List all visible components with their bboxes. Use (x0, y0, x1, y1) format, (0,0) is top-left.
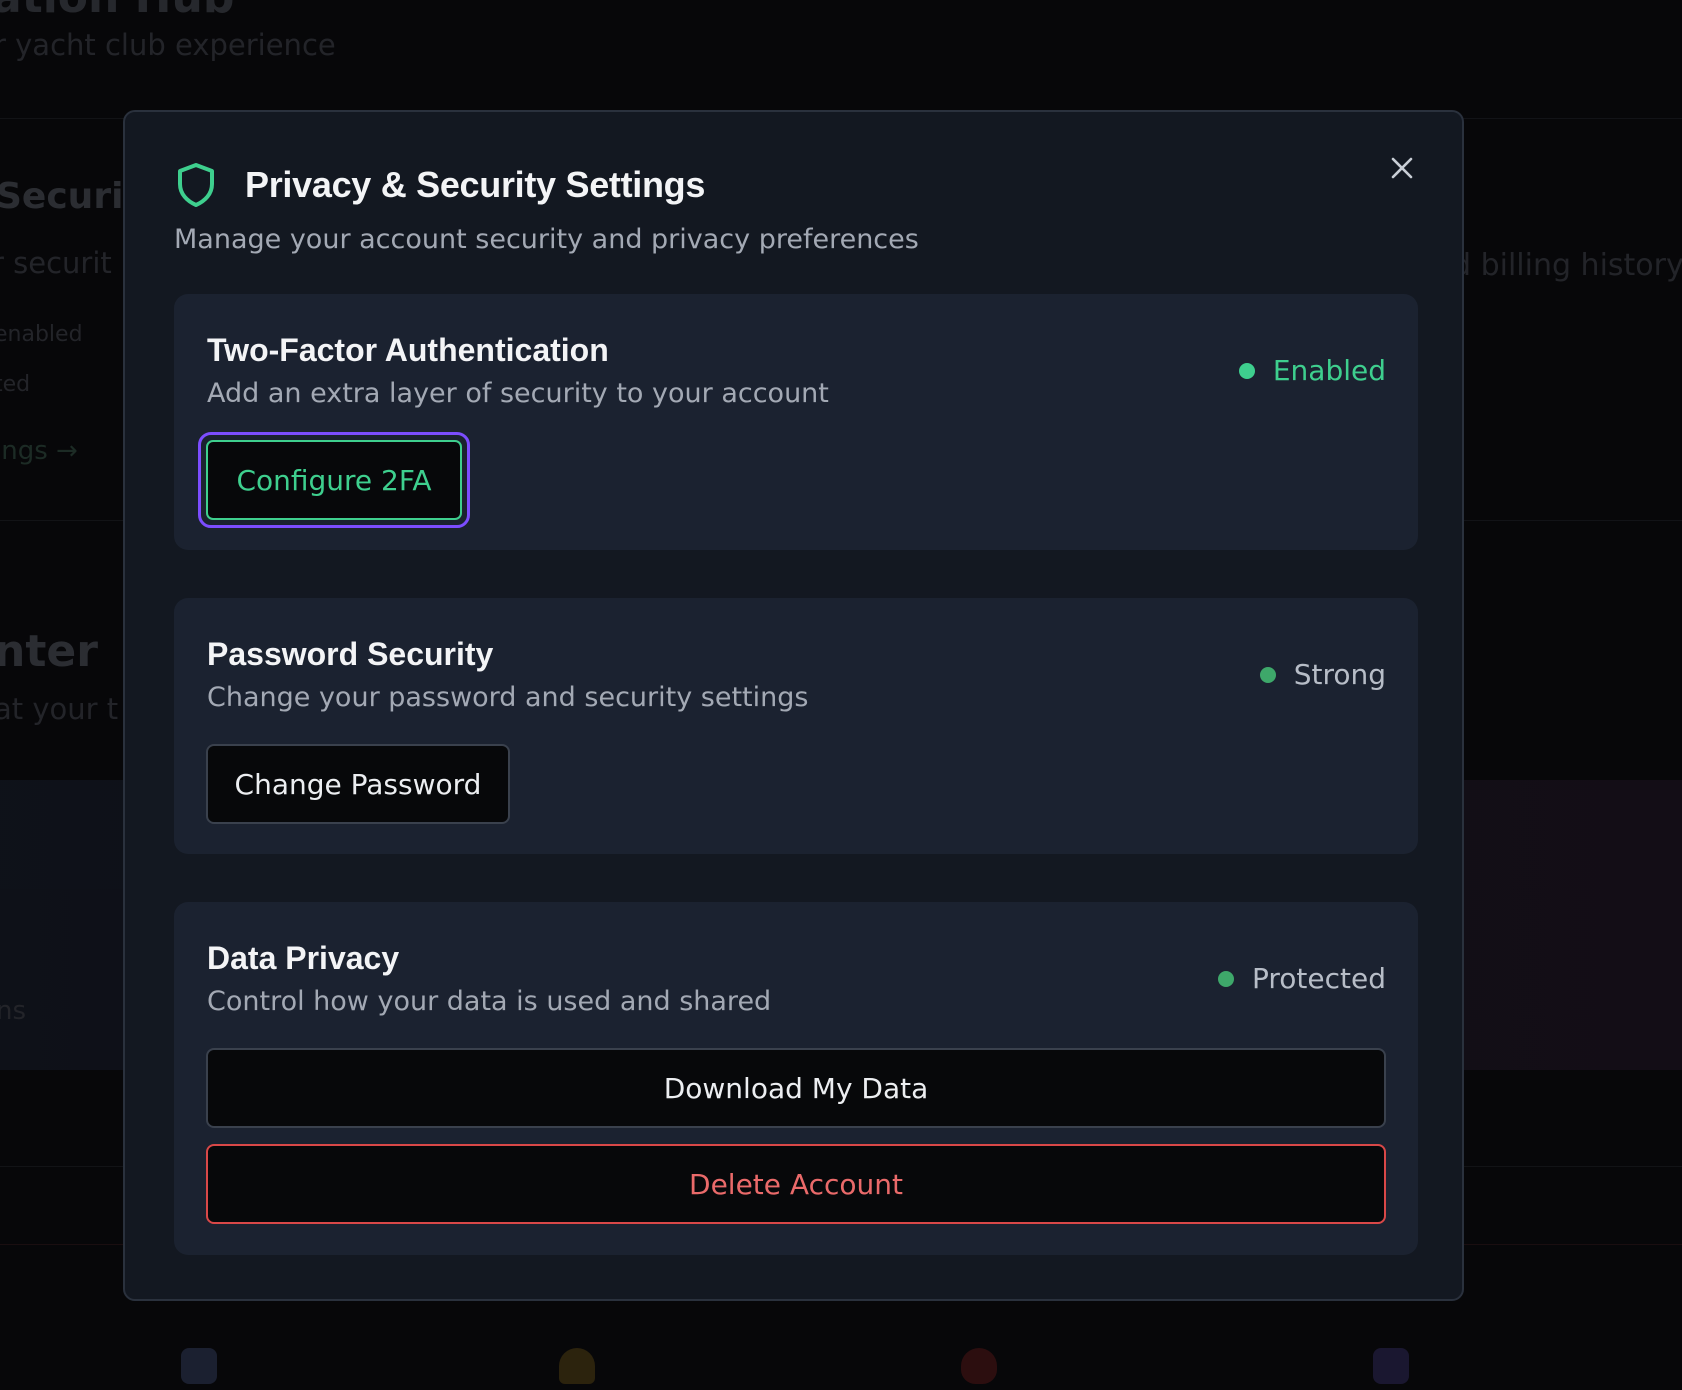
calendar-icon (181, 1348, 217, 1384)
change-password-button[interactable]: Change Password (206, 744, 510, 824)
heart-icon (961, 1348, 997, 1384)
bg-security-line: enabled (0, 322, 83, 347)
close-icon (1391, 157, 1413, 179)
data-privacy-card: Data Privacy Control how your data is us… (174, 902, 1418, 1255)
privacy-security-modal: Privacy & Security Settings Manage your … (123, 110, 1464, 1301)
status-dot (1218, 970, 1234, 987)
bg-center-title: nter (0, 626, 98, 677)
bg-security-title: Securit (0, 176, 141, 217)
delete-account-button[interactable]: Delete Account (206, 1144, 1386, 1224)
data-privacy-status: Protected (1218, 962, 1386, 995)
data-privacy-status-label: Protected (1252, 962, 1386, 995)
bell-icon (559, 1348, 595, 1384)
bg-security-line: ted (0, 372, 31, 397)
shield-icon (175, 162, 217, 208)
two-factor-title: Two-Factor Authentication (207, 332, 609, 368)
modal-header: Privacy & Security Settings (175, 162, 705, 208)
password-status: Strong (1259, 658, 1386, 691)
password-title: Password Security (207, 636, 494, 672)
password-status-label: Strong (1293, 658, 1386, 691)
bg-bottom-nav (0, 1310, 1682, 1390)
status-dot (1238, 362, 1255, 379)
two-factor-status: Enabled (1238, 354, 1386, 387)
two-factor-card: Two-Factor Authentication Add an extra l… (174, 294, 1418, 550)
bg-center-desc: at your t (0, 692, 119, 726)
bg-security-desc: r securit (0, 246, 112, 280)
two-factor-status-label: Enabled (1272, 354, 1386, 387)
data-privacy-description: Control how your data is used and shared (207, 986, 772, 1017)
modal-title: Privacy & Security Settings (245, 164, 706, 205)
close-button[interactable] (1380, 146, 1424, 190)
data-privacy-title: Data Privacy (207, 940, 400, 976)
chat-icon (1373, 1348, 1409, 1384)
password-description: Change your password and security settin… (207, 682, 809, 713)
two-factor-description: Add an extra layer of security to your a… (207, 378, 829, 409)
bg-billing-text: d billing history (1452, 248, 1682, 283)
download-data-button[interactable]: Download My Data (206, 1048, 1386, 1128)
bg-page-subtitle: r yacht club experience (0, 28, 336, 62)
password-card: Password Security Change your password a… (174, 598, 1418, 854)
bg-banner-text: ns (0, 996, 27, 1026)
bg-settings-link: ings → (0, 436, 78, 466)
bg-page-title: ation Hub (0, 0, 234, 23)
status-dot (1259, 666, 1276, 683)
modal-subtitle: Manage your account security and privacy… (174, 224, 919, 255)
configure-2fa-button[interactable]: Configure 2FA (206, 440, 462, 520)
